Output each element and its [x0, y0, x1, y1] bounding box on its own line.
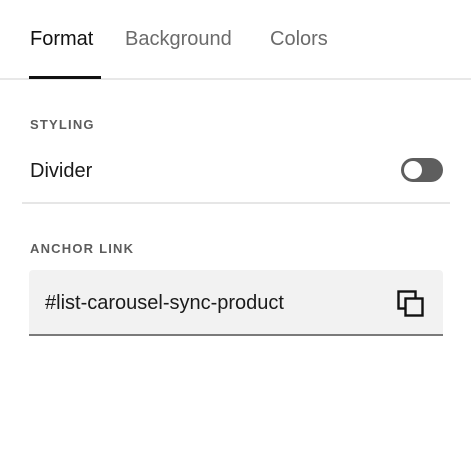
copy-icon[interactable] [397, 290, 425, 318]
styling-section-label: STYLING [30, 117, 95, 132]
row-divider [22, 202, 450, 204]
tab-bar: Format Background Colors [0, 0, 471, 80]
active-tab-indicator [29, 76, 101, 79]
anchor-link-value: #list-carousel-sync-product [45, 292, 284, 314]
tab-colors[interactable]: Colors [270, 26, 328, 52]
divider-label: Divider [30, 160, 93, 182]
anchor-link-section-label: ANCHOR LINK [30, 241, 135, 256]
divider-toggle[interactable] [401, 158, 443, 182]
tab-format[interactable]: Format [30, 26, 93, 52]
anchor-link-field[interactable]: #list-carousel-sync-product [29, 270, 443, 336]
tab-background[interactable]: Background [125, 26, 232, 52]
toggle-knob [404, 161, 422, 179]
